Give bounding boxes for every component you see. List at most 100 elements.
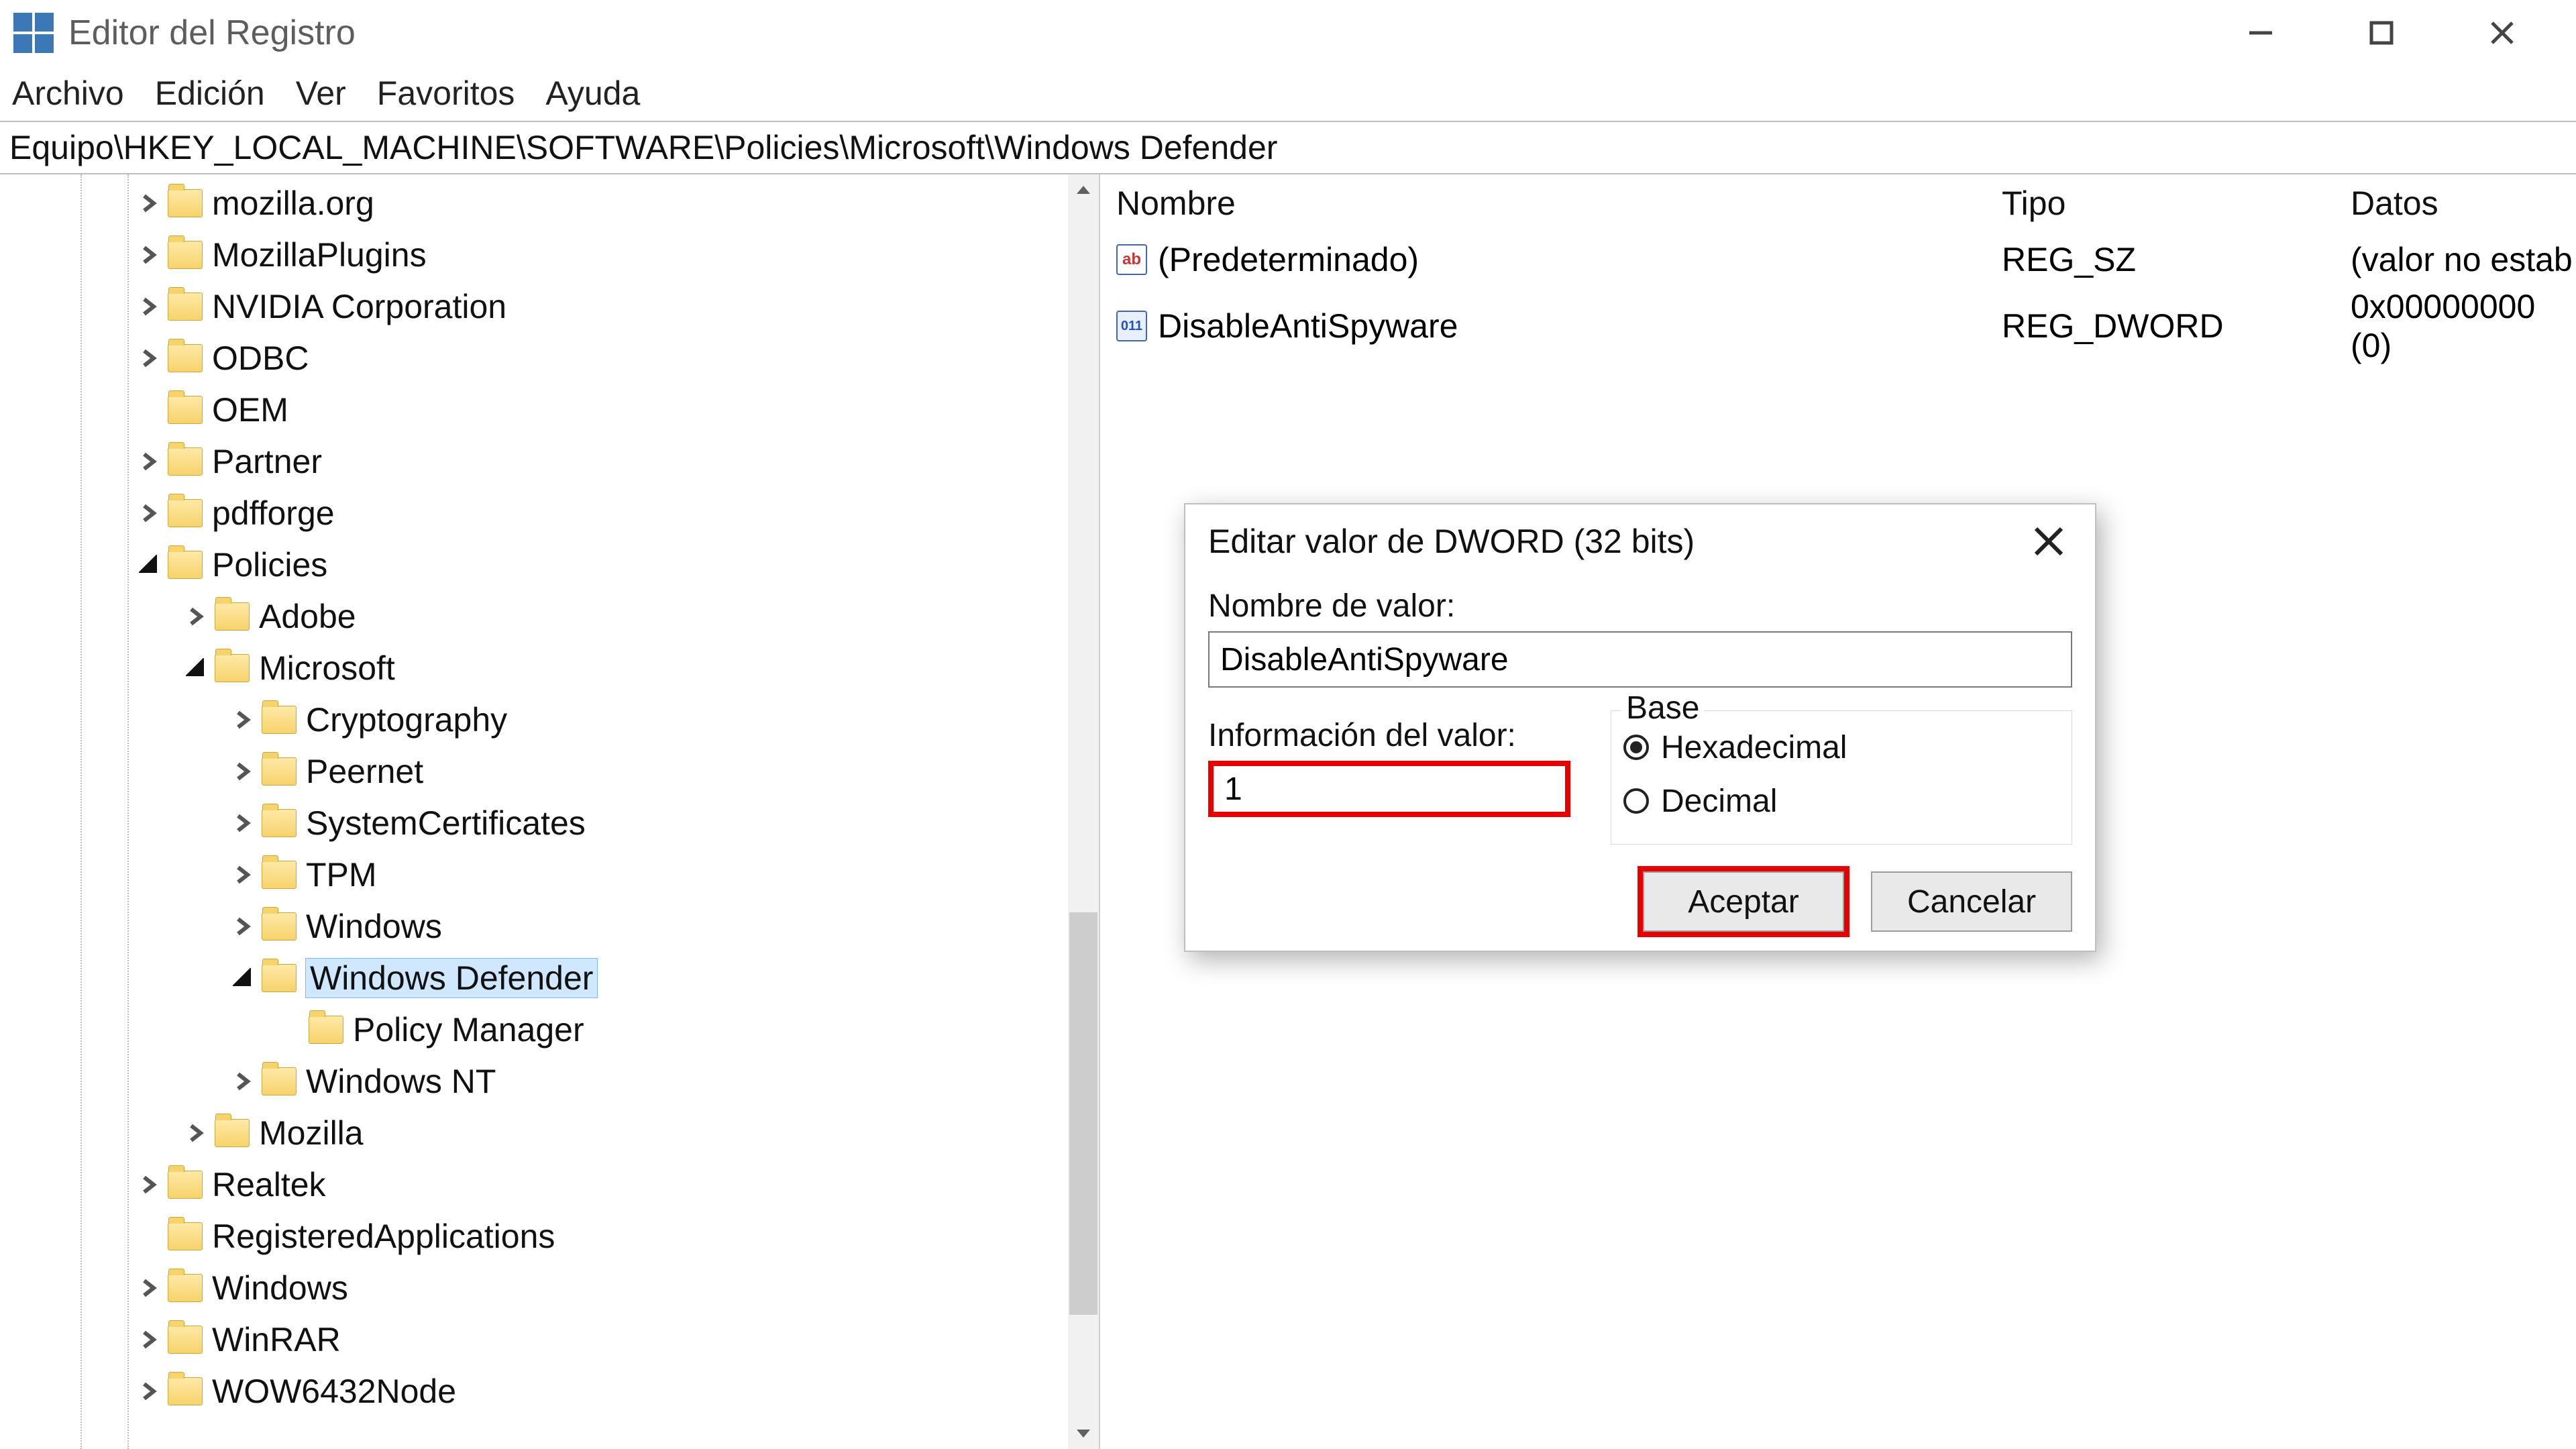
chevron-right-icon[interactable]	[133, 445, 165, 478]
value-type: REG_SZ	[1986, 240, 2334, 279]
list-row[interactable]: 011DisableAntiSpywareREG_DWORD0x00000000…	[1100, 287, 2576, 342]
menu-help[interactable]: Ayuda	[545, 74, 640, 113]
col-type[interactable]: Tipo	[1986, 174, 2334, 232]
tree-node[interactable]: pdfforge	[0, 487, 1068, 539]
tree-node[interactable]: RegisteredApplications	[0, 1210, 1068, 1262]
chevron-right-icon[interactable]	[133, 497, 165, 529]
tree-node[interactable]: OEM	[0, 384, 1068, 435]
no-caret	[274, 1014, 306, 1046]
tree-node[interactable]: Policy Manager	[0, 1004, 1068, 1055]
tree-node-label: Policy Manager	[353, 1010, 584, 1049]
tree-node[interactable]: Policies	[0, 539, 1068, 590]
tree-node[interactable]: Windows	[0, 900, 1068, 952]
chevron-right-icon[interactable]	[133, 290, 165, 323]
value-data-label: Información del valor:	[1208, 717, 1570, 754]
value-name: DisableAntiSpyware	[1158, 307, 1458, 345]
folder-icon	[262, 912, 297, 941]
chevron-right-icon[interactable]	[133, 1169, 165, 1201]
tree-node[interactable]: WinRAR	[0, 1313, 1068, 1365]
chevron-right-icon[interactable]	[180, 1117, 212, 1149]
no-caret	[133, 394, 165, 426]
ok-button[interactable]: Aceptar	[1643, 871, 1844, 932]
cancel-button[interactable]: Cancelar	[1871, 871, 2072, 932]
value-name-label: Nombre de valor:	[1208, 588, 2072, 625]
chevron-right-icon[interactable]	[227, 704, 259, 736]
tree-scrollbar[interactable]	[1068, 174, 1099, 1449]
scroll-down-icon[interactable]	[1068, 1418, 1099, 1449]
tree-node-label: Realtek	[212, 1165, 326, 1204]
tree-node[interactable]: Windows Defender	[0, 952, 1068, 1004]
window-title: Editor del Registro	[68, 13, 356, 53]
no-caret	[133, 1220, 165, 1252]
tree-node[interactable]: Windows	[0, 1262, 1068, 1313]
tree-node[interactable]: NVIDIA Corporation	[0, 280, 1068, 332]
radio-hexadecimal[interactable]: Hexadecimal	[1623, 720, 2059, 774]
tree-node[interactable]: Mozilla	[0, 1107, 1068, 1159]
value-name-input[interactable]	[1208, 631, 2072, 688]
base-label: Base	[1621, 690, 1705, 727]
chevron-down-icon[interactable]	[227, 962, 259, 994]
chevron-right-icon[interactable]	[227, 910, 259, 943]
tree-node-label: Peernet	[306, 752, 423, 791]
chevron-right-icon[interactable]	[227, 807, 259, 839]
folder-icon	[168, 1171, 203, 1199]
folder-icon	[168, 1326, 203, 1354]
tree-node[interactable]: Windows NT	[0, 1055, 1068, 1107]
tree-node[interactable]: Partner	[0, 435, 1068, 487]
tree-node[interactable]: MozillaPlugins	[0, 229, 1068, 280]
list-header[interactable]: Nombre Tipo Datos	[1100, 174, 2576, 232]
registry-tree[interactable]: mozilla.orgMozillaPluginsNVIDIA Corporat…	[0, 174, 1068, 1449]
menu-file[interactable]: Archivo	[12, 74, 124, 113]
chevron-right-icon[interactable]	[227, 755, 259, 788]
tree-node[interactable]: Microsoft	[0, 642, 1068, 694]
base-groupbox: Base Hexadecimal Decimal	[1611, 710, 2072, 845]
folder-icon	[215, 654, 250, 682]
dialog-close-button[interactable]	[2025, 518, 2072, 565]
menu-edit[interactable]: Edición	[155, 74, 265, 113]
minimize-button[interactable]	[2200, 0, 2321, 66]
tree-pane: mozilla.orgMozillaPluginsNVIDIA Corporat…	[0, 174, 1100, 1449]
chevron-right-icon[interactable]	[133, 1324, 165, 1356]
tree-node[interactable]: ODBC	[0, 332, 1068, 384]
chevron-right-icon[interactable]	[133, 1375, 165, 1407]
scroll-thumb[interactable]	[1069, 912, 1097, 1315]
address-bar[interactable]: Equipo\HKEY_LOCAL_MACHINE\SOFTWARE\Polic…	[0, 121, 2576, 174]
chevron-right-icon[interactable]	[133, 187, 165, 219]
maximize-button[interactable]	[2321, 0, 2442, 66]
menu-view[interactable]: Ver	[296, 74, 346, 113]
chevron-right-icon[interactable]	[180, 600, 212, 633]
tree-node[interactable]: SystemCertificates	[0, 797, 1068, 849]
tree-node[interactable]: mozilla.org	[0, 177, 1068, 229]
chevron-right-icon[interactable]	[133, 342, 165, 374]
chevron-right-icon[interactable]	[133, 239, 165, 271]
tree-node[interactable]: TPM	[0, 849, 1068, 900]
close-button[interactable]	[2442, 0, 2563, 66]
list-row[interactable]: ab(Predeterminado)REG_SZ(valor no estab	[1100, 232, 2576, 287]
tree-node[interactable]: Realtek	[0, 1159, 1068, 1210]
folder-icon	[262, 706, 297, 734]
value-data-input[interactable]	[1208, 761, 1570, 817]
folder-icon	[168, 344, 203, 372]
col-name[interactable]: Nombre	[1100, 174, 1986, 232]
tree-node[interactable]: Adobe	[0, 590, 1068, 642]
chevron-down-icon[interactable]	[133, 549, 165, 581]
chevron-down-icon[interactable]	[180, 652, 212, 684]
chevron-right-icon[interactable]	[133, 1272, 165, 1304]
tree-node-label: Adobe	[259, 597, 356, 636]
tree-node-label: SystemCertificates	[306, 804, 586, 843]
tree-node[interactable]: Cryptography	[0, 694, 1068, 745]
scroll-up-icon[interactable]	[1068, 174, 1099, 205]
tree-node[interactable]: WOW6432Node	[0, 1365, 1068, 1417]
folder-icon	[309, 1016, 343, 1044]
folder-icon	[215, 1119, 250, 1147]
tree-node[interactable]: Peernet	[0, 745, 1068, 797]
chevron-right-icon[interactable]	[227, 1065, 259, 1097]
folder-icon	[215, 602, 250, 631]
col-data[interactable]: Datos	[2334, 174, 2576, 232]
menu-fav[interactable]: Favoritos	[377, 74, 515, 113]
tree-node-label: Policies	[212, 545, 327, 584]
chevron-right-icon[interactable]	[227, 859, 259, 891]
radio-decimal[interactable]: Decimal	[1623, 774, 2059, 828]
folder-icon	[168, 241, 203, 269]
value-type: REG_DWORD	[1986, 307, 2334, 345]
